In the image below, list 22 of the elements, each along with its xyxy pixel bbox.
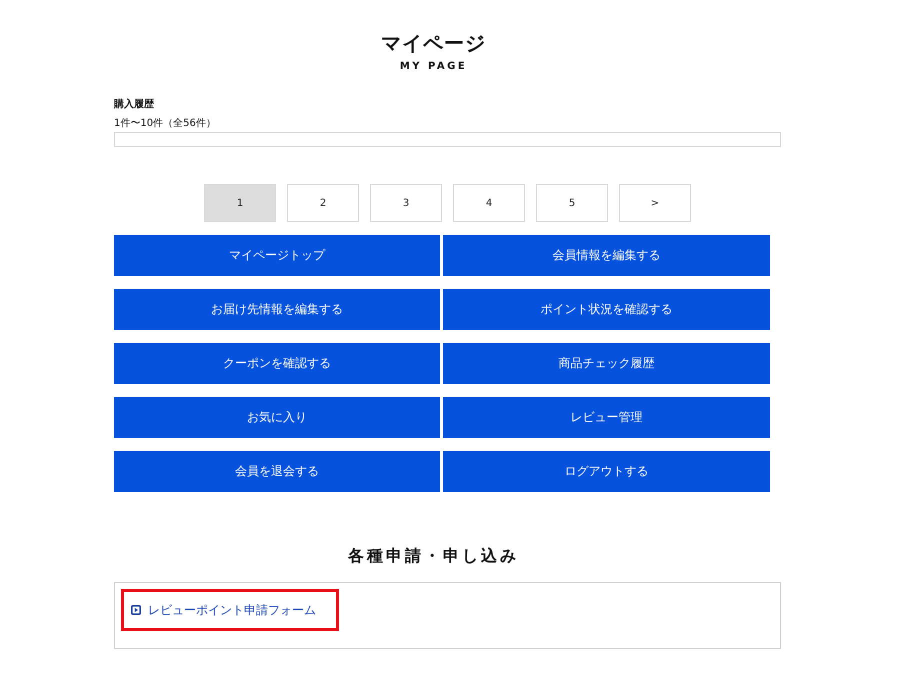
menu-button[interactable]: ログアウトする — [443, 451, 770, 492]
menu-button[interactable]: レビュー管理 — [443, 397, 770, 438]
page-button[interactable]: 1 — [204, 184, 276, 222]
page-button[interactable]: 4 — [453, 184, 525, 222]
result-count: 1件〜10件（全56件） — [114, 117, 216, 131]
play-square-icon — [131, 605, 141, 615]
menu-button[interactable]: 会員を退会する — [114, 451, 440, 492]
section-heading: 購入履歴 — [114, 98, 154, 112]
menu-button[interactable]: マイページトップ — [114, 235, 440, 276]
page-button[interactable]: 3 — [370, 184, 442, 222]
menu-button[interactable]: 商品チェック履歴 — [443, 343, 770, 384]
menu-button[interactable]: 会員情報を編集する — [443, 235, 770, 276]
page-button[interactable]: 5 — [536, 184, 608, 222]
page-button[interactable]: > — [619, 184, 691, 222]
menu-button[interactable]: お届け先情報を編集する — [114, 289, 440, 330]
section-title: 各種申請・申し込み — [346, 546, 520, 566]
page-title: マイページ — [381, 31, 486, 55]
page-subtitle: MY PAGE — [400, 60, 468, 74]
menu-button[interactable]: ポイント状況を確認する — [443, 289, 770, 330]
menu-button[interactable]: お気に入り — [114, 397, 440, 438]
menu-button[interactable]: クーポンを確認する — [114, 343, 440, 384]
page-button[interactable]: 2 — [287, 184, 359, 222]
